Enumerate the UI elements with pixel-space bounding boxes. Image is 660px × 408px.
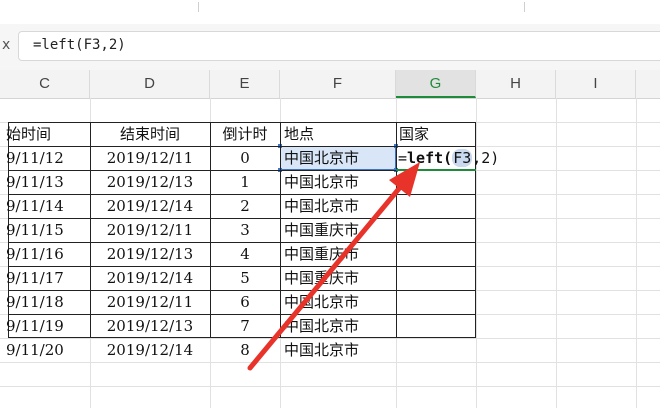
table-cell[interactable]: 2019/12/13 xyxy=(90,170,210,194)
table-cell[interactable]: 4 xyxy=(210,242,280,266)
header-countdown[interactable]: 倒计时 xyxy=(210,122,280,146)
table-cell[interactable]: 5 xyxy=(210,266,280,290)
formula-function: left xyxy=(407,149,444,167)
formula-rest: ,2) xyxy=(472,149,500,167)
column-header-f[interactable]: F xyxy=(280,70,396,98)
table-cell[interactable]: 6 xyxy=(210,290,280,314)
table-cell[interactable]: 中国重庆市 xyxy=(280,266,396,290)
table-cell[interactable]: 中国北京市 xyxy=(280,194,396,218)
table-cell[interactable]: 1 xyxy=(210,170,280,194)
table-cell[interactable]: 9/11/15 xyxy=(0,218,90,242)
column-header-d[interactable]: D xyxy=(90,70,210,98)
header-place[interactable]: 地点 xyxy=(280,122,396,146)
table-cell[interactable]: 9/11/20 xyxy=(0,338,90,362)
formula-input[interactable]: =left(F3,2) xyxy=(18,31,660,61)
header-end-time[interactable]: 结束时间 xyxy=(90,122,210,146)
column-header-i[interactable]: I xyxy=(556,70,636,98)
table-cell[interactable]: 9/11/13 xyxy=(0,170,90,194)
header-country[interactable]: 国家 xyxy=(396,122,476,146)
table-cell[interactable]: 9/11/17 xyxy=(0,266,90,290)
table-cell[interactable]: 2019/12/14 xyxy=(90,338,210,362)
table-cell[interactable]: 8 xyxy=(210,338,280,362)
table-cell[interactable]: 中国北京市 xyxy=(280,314,396,338)
formula-reference: F3 xyxy=(452,149,473,167)
table-cell[interactable]: 中国北京市 xyxy=(280,290,396,314)
formula-in-cell[interactable]: =left(F3,2) xyxy=(398,146,499,170)
table-cell[interactable]: 7 xyxy=(210,314,280,338)
table-cell[interactable]: 2019/12/13 xyxy=(90,242,210,266)
table-cell[interactable]: 中国重庆市 xyxy=(280,218,396,242)
column-header-h[interactable]: H xyxy=(476,70,556,98)
column-header-row: C D E F G H I xyxy=(0,70,660,99)
column-header-e[interactable]: E xyxy=(210,70,280,98)
table-cell[interactable]: 9/11/18 xyxy=(0,290,90,314)
table-cell[interactable]: 9/11/19 xyxy=(0,314,90,338)
formula-open-paren: ( xyxy=(443,149,453,167)
table-cell[interactable]: 中国北京市 xyxy=(280,146,396,170)
table-cell[interactable]: 0 xyxy=(210,146,280,170)
table-cell[interactable]: 中国北京市 xyxy=(280,338,396,362)
table-cell[interactable]: 2019/12/11 xyxy=(90,218,210,242)
table-cell[interactable]: 2019/12/13 xyxy=(90,314,210,338)
column-header-g[interactable]: G xyxy=(396,70,476,98)
table-cell[interactable]: 中国北京市 xyxy=(280,170,396,194)
table-cell[interactable]: 2019/12/14 xyxy=(90,266,210,290)
toolbar-divider xyxy=(198,2,199,12)
toolbar-strip xyxy=(0,0,660,25)
table-cell[interactable]: 中国重庆市 xyxy=(280,242,396,266)
table-cell[interactable]: 9/11/12 xyxy=(0,146,90,170)
header-start-time[interactable]: 始时间 xyxy=(0,122,90,146)
table-cell[interactable]: 9/11/16 xyxy=(0,242,90,266)
table-cell[interactable]: 9/11/14 xyxy=(0,194,90,218)
column-header-c[interactable]: C xyxy=(0,70,90,98)
formula-bar: x =left(F3,2) xyxy=(0,24,660,70)
table-cell[interactable]: 3 xyxy=(210,218,280,242)
table-cell[interactable]: 2019/12/11 xyxy=(90,146,210,170)
table-cell[interactable]: 2019/12/14 xyxy=(90,194,210,218)
table-cell[interactable]: 2019/12/11 xyxy=(90,290,210,314)
toolbar-divider xyxy=(524,2,525,12)
table-cell[interactable]: 2 xyxy=(210,194,280,218)
fx-label: x xyxy=(2,37,11,53)
cell-grid[interactable]: 始时间 结束时间 倒计时 地点 国家 9/11/12 2019/12/11 0 … xyxy=(0,98,660,408)
formula-prefix: = xyxy=(398,149,408,167)
